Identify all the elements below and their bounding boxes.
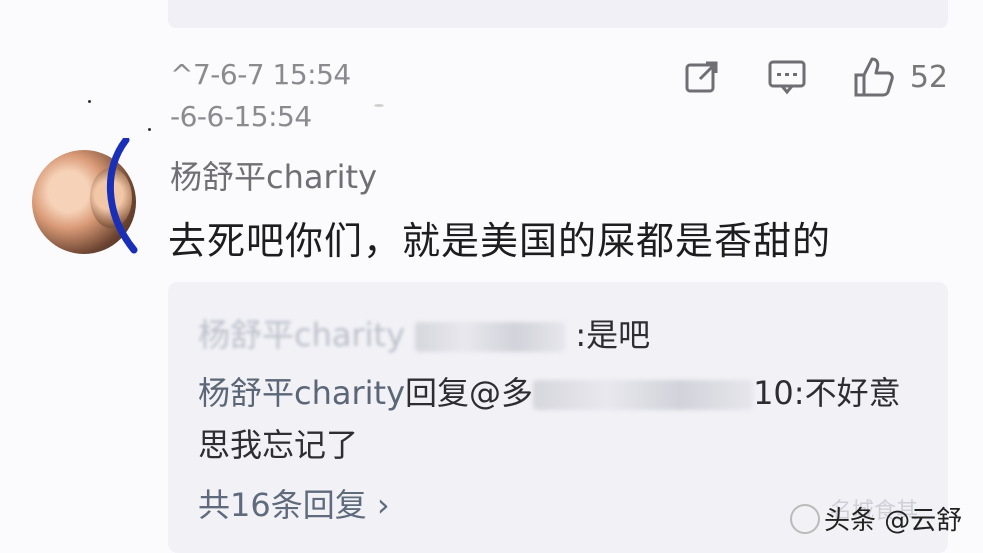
noise-speck bbox=[148, 128, 151, 131]
action-bar: 52 bbox=[682, 55, 948, 99]
reply-1-username[interactable]: 杨舒平charity bbox=[198, 316, 405, 354]
reply-2-mention: 回复@ bbox=[405, 374, 502, 412]
reply-2-text: 10:不好意 bbox=[753, 374, 901, 412]
redacted-name bbox=[415, 322, 566, 352]
reply-2-mention-partial: 多 bbox=[501, 374, 534, 412]
thumbs-up-icon bbox=[854, 57, 894, 97]
like-button[interactable]: 52 bbox=[852, 55, 948, 99]
comment-button[interactable] bbox=[766, 57, 808, 97]
redacted-mention bbox=[533, 380, 754, 410]
watermark: 头条 @云舒 bbox=[790, 500, 962, 537]
comment-username[interactable]: 杨舒平charity bbox=[170, 152, 377, 198]
noise-speck bbox=[88, 100, 91, 103]
avatar-overlay-mark bbox=[107, 138, 138, 254]
toutiao-logo-icon bbox=[790, 503, 820, 534]
watermark-text: 头条 @云舒 bbox=[824, 506, 963, 536]
view-all-replies-link[interactable]: 共16条回复 › bbox=[198, 480, 390, 526]
reply-row-2: 杨舒平charity回复@多 10:不好意 bbox=[198, 368, 901, 414]
comment-text: 去死吧你们，就是美国的屎都是香甜的 bbox=[168, 219, 832, 263]
post-timestamp: ^7-6-7 15:54 bbox=[170, 58, 351, 91]
like-count: 52 bbox=[909, 59, 948, 95]
reply-2-username[interactable]: 杨舒平charity bbox=[198, 374, 405, 412]
previous-comment-card bbox=[168, 0, 948, 28]
reply-row-2-cont: 思我忘记了 bbox=[198, 426, 359, 464]
post-timestamp-secondary: -6-6-15:54 bbox=[170, 100, 312, 133]
reply-row-1: 杨舒平charity :是吧 bbox=[198, 310, 650, 356]
reply-1-text: :是吧 bbox=[575, 316, 651, 354]
share-icon bbox=[685, 61, 718, 93]
comment-icon bbox=[768, 60, 806, 95]
share-button[interactable] bbox=[682, 57, 722, 97]
noise-speck bbox=[374, 104, 384, 107]
